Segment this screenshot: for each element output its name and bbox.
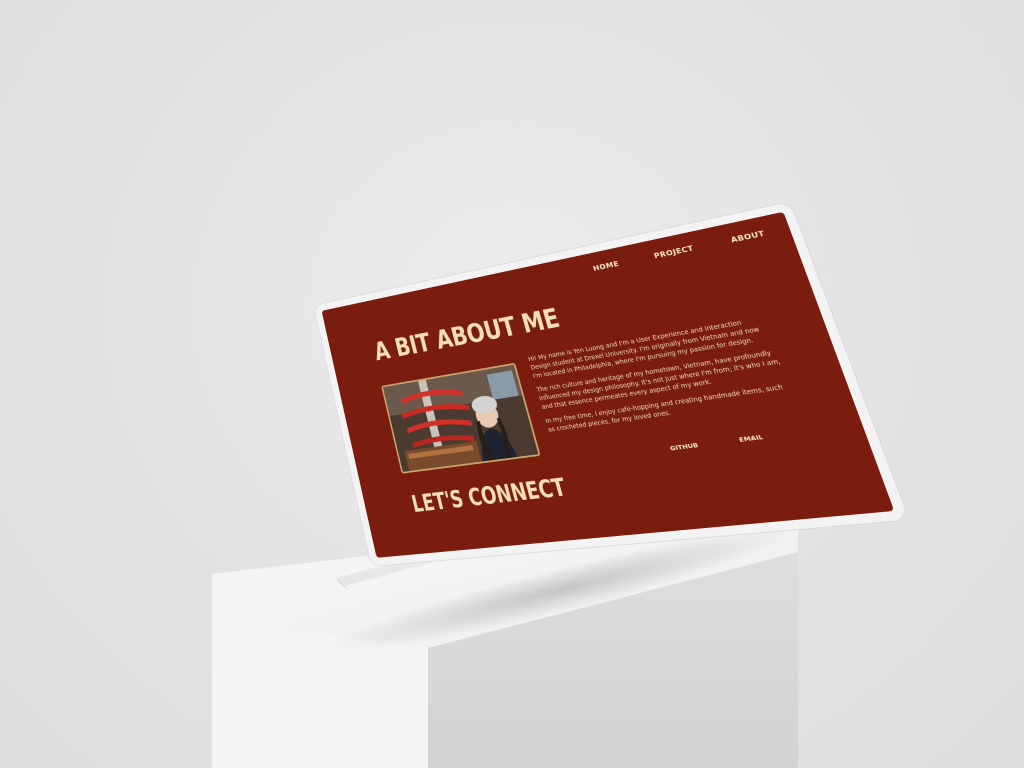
profile-photo bbox=[381, 362, 541, 474]
nav-about-link[interactable]: ABOUT bbox=[730, 229, 766, 244]
connect-heading: LET'S CONNECT bbox=[409, 473, 570, 519]
laptop-lid: HOME PROJECT ABOUT A BIT ABOUT ME Hi! My… bbox=[313, 200, 911, 568]
contact-links: GITHUB EMAIL bbox=[669, 433, 764, 452]
nav-home-link[interactable]: HOME bbox=[592, 260, 620, 273]
laptop: HOME PROJECT ABOUT A BIT ABOUT ME Hi! My… bbox=[0, 0, 1024, 768]
photo-illustration bbox=[382, 364, 539, 472]
nav-project-link[interactable]: PROJECT bbox=[653, 244, 695, 260]
github-link[interactable]: GITHUB bbox=[669, 441, 699, 452]
laptop-screen: HOME PROJECT ABOUT A BIT ABOUT ME Hi! My… bbox=[321, 211, 895, 558]
bio-text: Hi! My name is Yen Luong and I'm a User … bbox=[527, 314, 797, 440]
email-link[interactable]: EMAIL bbox=[738, 433, 764, 444]
mockup-scene: HOME PROJECT ABOUT A BIT ABOUT ME Hi! My… bbox=[0, 0, 1024, 768]
top-nav: HOME PROJECT ABOUT bbox=[592, 229, 766, 272]
